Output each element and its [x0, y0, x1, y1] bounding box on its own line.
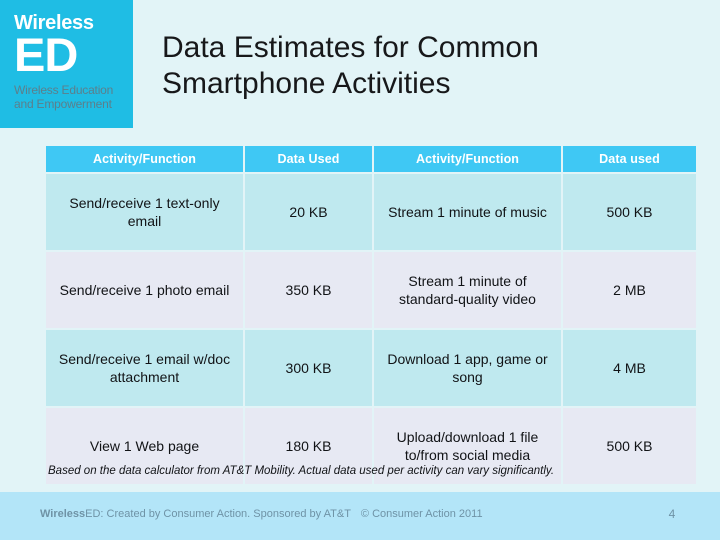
cell-data-left: 350 KB — [245, 252, 372, 328]
cell-activity-left: Send/receive 1 photo email — [46, 252, 243, 328]
cell-data-right: 2 MB — [563, 252, 696, 328]
cell-data-right: 500 KB — [563, 408, 696, 484]
column-header-activity-left: Activity/Function — [46, 146, 243, 172]
table-row: Send/receive 1 email w/doc attachment 30… — [46, 330, 696, 406]
cell-data-left: 300 KB — [245, 330, 372, 406]
table-header-row: Activity/Function Data Used Activity/Fun… — [46, 146, 696, 172]
footer-copyright: © Consumer Action 2011 — [360, 508, 483, 520]
cell-data-right: 4 MB — [563, 330, 696, 406]
footer-credit-bold: Wireless — [40, 508, 86, 520]
cell-activity-left: Send/receive 1 email w/doc attachment — [46, 330, 243, 406]
column-header-activity-right: Activity/Function — [374, 146, 561, 172]
data-estimates-table: Activity/Function Data Used Activity/Fun… — [44, 144, 698, 486]
page-title: Data Estimates for Common Smartphone Act… — [162, 31, 539, 100]
cell-activity-right: Download 1 app, game or song — [374, 330, 561, 406]
table-row: Send/receive 1 text-only email 20 KB Str… — [46, 174, 696, 250]
cell-data-left: 20 KB — [245, 174, 372, 250]
footer-credit-rest: ED: Created by Consumer Action. Sponsore… — [85, 508, 351, 520]
logo-ed-word: ED — [14, 28, 78, 81]
source-footnote: Based on the data calculator from AT&T M… — [48, 465, 555, 477]
cell-activity-left: Send/receive 1 text-only email — [46, 174, 243, 250]
cell-activity-right: Stream 1 minute of music — [374, 174, 561, 250]
page-number: 4 — [668, 507, 676, 521]
column-header-data-left: Data Used — [245, 146, 372, 172]
wirelessed-logo: Wireless ED Wireless Education and Empow… — [0, 0, 133, 128]
cell-data-right: 500 KB — [563, 174, 696, 250]
table-row: Send/receive 1 photo email 350 KB Stream… — [46, 252, 696, 328]
cell-activity-right: Stream 1 minute of standard-quality vide… — [374, 252, 561, 328]
logo-tagline-line1: Wireless Education — [14, 83, 114, 97]
column-header-data-right: Data used — [563, 146, 696, 172]
logo-tagline-line2: and Empowerment — [14, 97, 112, 111]
footer-credit: WirelessED: Created by Consumer Action. … — [40, 508, 483, 520]
logo-tagline: Wireless Education and Empowerment — [14, 83, 123, 111]
